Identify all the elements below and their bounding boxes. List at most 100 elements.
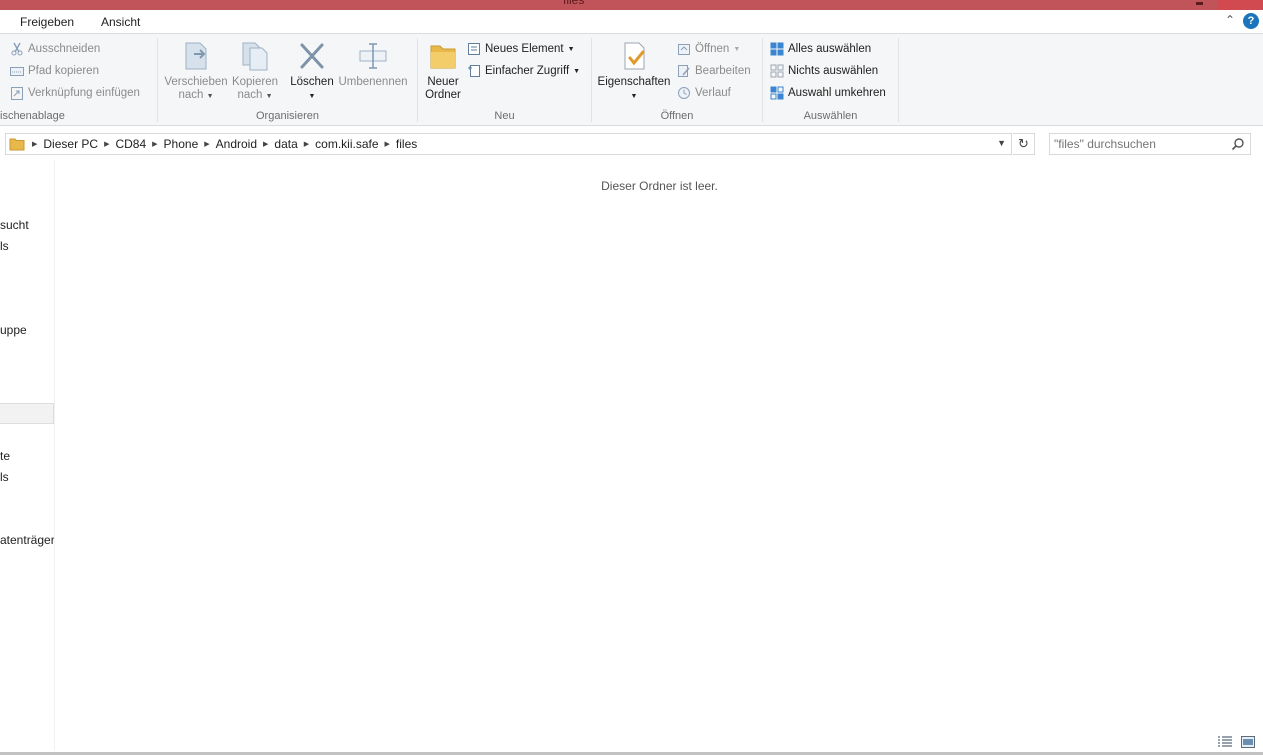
new-folder-label-1: Neuer bbox=[427, 76, 459, 88]
edit-button[interactable]: Bearbeiten bbox=[677, 61, 751, 81]
refresh-button[interactable]: ↻ bbox=[1013, 133, 1035, 155]
copy-label-1: Kopieren bbox=[231, 76, 279, 88]
large-icons-view-icon[interactable] bbox=[1240, 735, 1256, 749]
collapse-ribbon-icon[interactable]: ⌃ bbox=[1225, 13, 1235, 27]
select-all-icon bbox=[770, 42, 784, 56]
chevron-down-icon: ▼ bbox=[567, 45, 575, 53]
select-all-button[interactable]: Alles auswählen bbox=[770, 39, 871, 59]
paste-shortcut-button[interactable]: Verknüpfung einfügen bbox=[10, 83, 140, 103]
minimize-icon[interactable] bbox=[1196, 2, 1203, 5]
breadcrumb-arrow-icon[interactable]: ▶ bbox=[385, 140, 390, 148]
move-icon bbox=[180, 40, 212, 72]
delete-button[interactable]: Löschen ▼ bbox=[288, 40, 336, 103]
properties-icon bbox=[618, 40, 650, 72]
properties-button[interactable]: Eigenschaften ▼ bbox=[596, 40, 672, 103]
properties-label: Eigenschaften bbox=[597, 76, 671, 88]
ribbon: Ausschneiden Pfad kopieren Verknüpfung e… bbox=[0, 34, 1263, 126]
search-icon[interactable] bbox=[1231, 137, 1245, 151]
path-icon bbox=[10, 64, 24, 78]
copy-path-button[interactable]: Pfad kopieren bbox=[10, 61, 99, 81]
chevron-down-icon[interactable]: ▼ bbox=[997, 138, 1006, 148]
history-icon bbox=[677, 86, 691, 100]
address-bar-row: ▶ Dieser PC ▶ CD84 ▶ Phone ▶ Android ▶ d… bbox=[0, 131, 1263, 157]
invert-selection-label: Auswahl umkehren bbox=[788, 87, 886, 99]
rename-icon bbox=[357, 40, 389, 72]
copy-to-button[interactable]: Kopieren nach ▼ bbox=[229, 40, 281, 103]
address-bar[interactable]: ▶ Dieser PC ▶ CD84 ▶ Phone ▶ Android ▶ d… bbox=[5, 133, 1012, 155]
breadcrumb-arrow-icon[interactable]: ▶ bbox=[263, 140, 268, 148]
edit-label: Bearbeiten bbox=[695, 65, 751, 77]
move-label-2: nach bbox=[178, 89, 204, 101]
shortcut-icon bbox=[10, 86, 24, 100]
easy-access-icon bbox=[467, 64, 481, 78]
easy-access-label: Einfacher Zugriff bbox=[485, 65, 570, 77]
rename-button[interactable]: Umbenennen bbox=[337, 40, 409, 89]
invert-selection-button[interactable]: Auswahl umkehren bbox=[770, 83, 886, 103]
close-button[interactable] bbox=[1217, 0, 1263, 10]
breadcrumb-item[interactable]: com.kii.safe bbox=[315, 137, 378, 151]
breadcrumb-item-current[interactable]: files bbox=[396, 137, 417, 151]
details-view-icon[interactable] bbox=[1217, 735, 1233, 749]
nav-item[interactable]: ls bbox=[0, 470, 9, 484]
clipboard-group-label: ischenablage bbox=[0, 110, 65, 122]
chevron-down-icon: ▼ bbox=[573, 67, 581, 75]
breadcrumb-arrow-icon[interactable]: ▶ bbox=[152, 140, 157, 148]
breadcrumb-item[interactable]: Dieser PC bbox=[43, 137, 98, 151]
breadcrumb-arrow-icon[interactable]: ▶ bbox=[104, 140, 109, 148]
new-folder-button[interactable]: Neuer Ordner bbox=[421, 40, 465, 102]
chevron-down-icon: ▼ bbox=[206, 93, 214, 100]
delete-x-icon bbox=[296, 40, 328, 72]
breadcrumb-item[interactable]: CD84 bbox=[115, 137, 146, 151]
breadcrumb-item[interactable]: Android bbox=[216, 137, 257, 151]
tab-ansicht[interactable]: Ansicht bbox=[101, 15, 140, 29]
breadcrumb-arrow-icon[interactable]: ▶ bbox=[204, 140, 209, 148]
select-group-label: Auswählen bbox=[803, 110, 858, 122]
copy-label-2: nach bbox=[237, 89, 263, 101]
nav-item[interactable]: uppe bbox=[0, 323, 27, 337]
nav-item[interactable]: te bbox=[0, 449, 10, 463]
ribbon-tabs: Freigeben Ansicht ⌃ ? bbox=[0, 10, 1263, 34]
search-box[interactable] bbox=[1049, 133, 1251, 155]
history-label: Verlauf bbox=[695, 87, 731, 99]
refresh-icon: ↻ bbox=[1018, 136, 1029, 151]
open-group-label: Öffnen bbox=[660, 110, 694, 122]
select-none-icon bbox=[770, 64, 784, 78]
breadcrumb-item[interactable]: Phone bbox=[164, 137, 199, 151]
nav-item[interactable]: ls bbox=[0, 239, 9, 253]
select-none-button[interactable]: Nichts auswählen bbox=[770, 61, 878, 81]
new-item-button[interactable]: Neues Element ▼ bbox=[467, 39, 575, 59]
nav-item[interactable]: sucht bbox=[0, 218, 29, 232]
folder-icon bbox=[9, 136, 25, 152]
rename-label: Umbenennen bbox=[338, 76, 408, 88]
file-list[interactable]: Dieser Ordner ist leer. bbox=[56, 160, 1263, 750]
nav-item[interactable]: atenträger bbox=[0, 533, 54, 547]
window-title: files bbox=[563, 0, 585, 7]
open-icon bbox=[677, 42, 691, 56]
breadcrumb-item[interactable]: data bbox=[274, 137, 297, 151]
breadcrumb-arrow-icon[interactable]: ▶ bbox=[32, 140, 37, 148]
chevron-down-icon: ▼ bbox=[308, 93, 316, 100]
open-button[interactable]: Öffnen ▼ bbox=[677, 39, 740, 59]
history-button[interactable]: Verlauf bbox=[677, 83, 731, 103]
navigation-pane: sucht ls uppe te ls atenträger bbox=[0, 160, 55, 750]
new-group-label: Neu bbox=[494, 110, 515, 122]
chevron-down-icon: ▼ bbox=[630, 93, 638, 100]
tab-freigeben[interactable]: Freigeben bbox=[20, 15, 74, 29]
help-icon[interactable]: ? bbox=[1243, 13, 1259, 29]
organize-group-label: Organisieren bbox=[256, 110, 319, 122]
scissors-icon bbox=[10, 42, 24, 56]
select-all-label: Alles auswählen bbox=[788, 43, 872, 55]
search-input[interactable] bbox=[1054, 136, 1224, 152]
easy-access-button[interactable]: Einfacher Zugriff ▼ bbox=[467, 61, 580, 81]
edit-icon bbox=[677, 64, 691, 78]
breadcrumb-arrow-icon[interactable]: ▶ bbox=[304, 140, 309, 148]
folder-icon bbox=[427, 40, 459, 72]
new-folder-label-2: Ordner bbox=[425, 89, 461, 101]
move-to-button[interactable]: Verschieben nach ▼ bbox=[163, 40, 229, 103]
cut-button[interactable]: Ausschneiden bbox=[10, 39, 100, 59]
move-label-1: Verschieben bbox=[164, 76, 228, 88]
status-bar bbox=[0, 730, 1263, 755]
open-label: Öffnen bbox=[695, 43, 730, 55]
nav-item-selected[interactable] bbox=[0, 403, 54, 424]
copy-path-label: Pfad kopieren bbox=[28, 65, 99, 77]
